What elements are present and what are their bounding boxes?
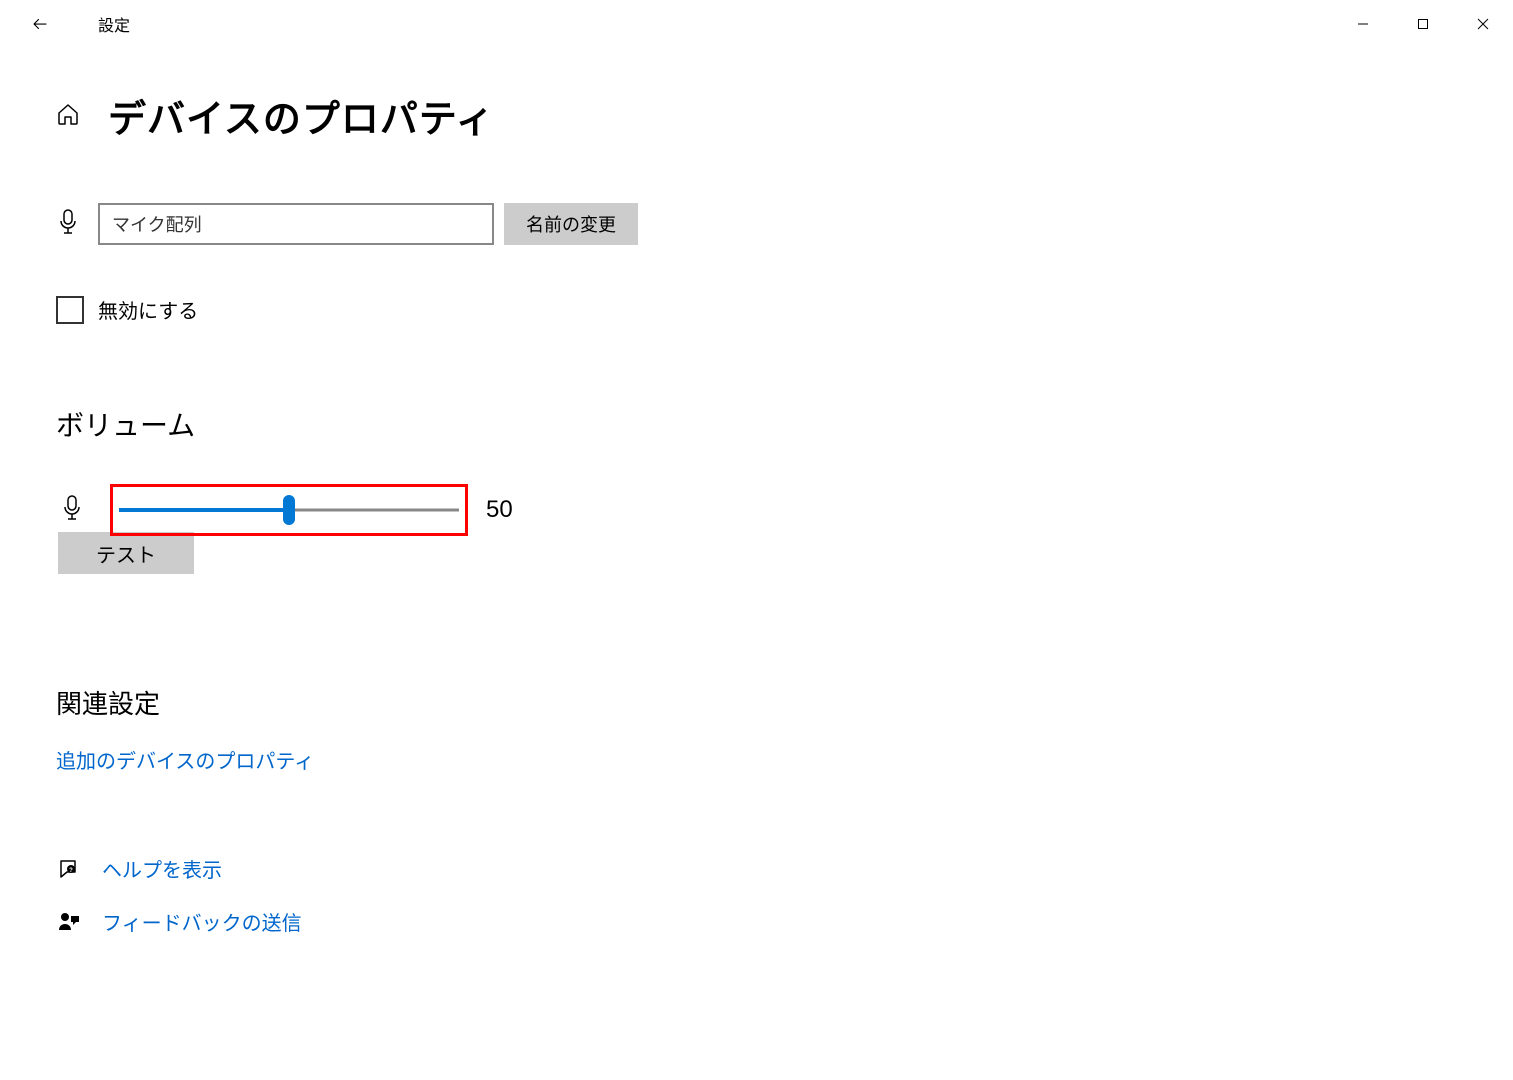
disable-checkbox[interactable]	[56, 296, 84, 324]
feedback-icon	[56, 910, 82, 934]
related-settings-heading: 関連設定	[56, 684, 1513, 721]
back-button[interactable]	[18, 2, 62, 46]
minimize-icon	[1357, 18, 1369, 30]
test-button[interactable]: テスト	[58, 532, 194, 574]
svg-text:?: ?	[69, 868, 73, 874]
close-button[interactable]	[1453, 4, 1513, 44]
app-title: 設定	[98, 12, 130, 36]
close-icon	[1477, 18, 1489, 30]
disable-label: 無効にする	[98, 295, 198, 324]
page-title: デバイスのプロパティ	[108, 88, 495, 143]
maximize-button[interactable]	[1393, 4, 1453, 44]
microphone-icon	[60, 494, 84, 526]
rename-button[interactable]: 名前の変更	[504, 203, 638, 245]
minimize-button[interactable]	[1333, 4, 1393, 44]
volume-value: 50	[486, 496, 513, 524]
slider-thumb[interactable]	[283, 495, 295, 525]
help-icon: ?	[56, 857, 82, 881]
help-link[interactable]: ヘルプを表示	[102, 854, 222, 883]
microphone-icon	[56, 208, 80, 240]
volume-slider-highlight	[110, 484, 468, 536]
device-name-input[interactable]	[98, 203, 494, 245]
feedback-link[interactable]: フィードバックの送信	[102, 907, 302, 936]
maximize-icon	[1417, 18, 1429, 30]
volume-slider[interactable]	[119, 505, 459, 515]
additional-device-properties-link[interactable]: 追加のデバイスのプロパティ	[56, 745, 1513, 774]
arrow-left-icon	[31, 15, 49, 33]
home-icon[interactable]	[56, 102, 80, 130]
volume-heading: ボリューム	[56, 404, 1513, 444]
slider-fill	[119, 508, 289, 512]
